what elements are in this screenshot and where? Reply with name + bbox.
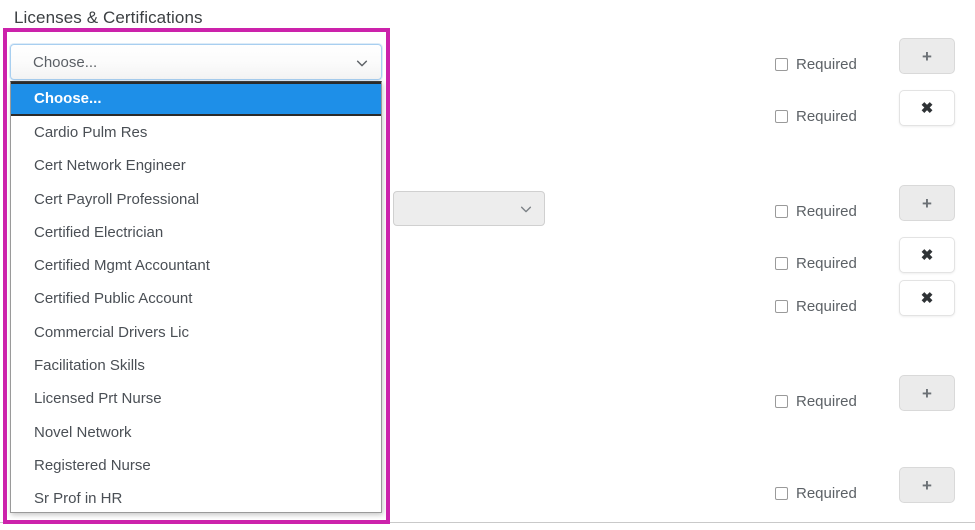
- required-row: Required: [775, 391, 857, 411]
- add-row-button[interactable]: +: [899, 375, 955, 411]
- dropdown-option[interactable]: Facilitation Skills: [11, 349, 381, 382]
- required-row: Required: [775, 201, 857, 221]
- dropdown-option-label: Cardio Pulm Res: [34, 124, 148, 141]
- close-icon: ✖: [920, 289, 934, 307]
- dropdown-option[interactable]: Commercial Drivers Lic: [11, 316, 381, 349]
- dropdown-bottom-strip: [11, 506, 381, 512]
- remove-row-button[interactable]: ✖: [899, 90, 955, 126]
- required-label: Required: [796, 297, 857, 315]
- page-title: Licenses & Certifications: [14, 8, 203, 27]
- dropdown-option-label: Novel Network: [34, 423, 132, 441]
- dropdown-option[interactable]: Certified Mgmt Accountant: [11, 249, 381, 282]
- required-label: Required: [796, 55, 857, 73]
- required-label: Required: [796, 254, 857, 272]
- dropdown-option[interactable]: Certified Public Account: [11, 282, 381, 315]
- dropdown-option-label: Cert Payroll Professional: [34, 190, 200, 208]
- required-row: Required: [775, 253, 857, 273]
- chevron-down-icon: [519, 202, 533, 216]
- dropdown-option-label: Commercial Drivers Lic: [34, 323, 190, 341]
- dropdown-option[interactable]: Cert Network Engineer: [11, 149, 381, 182]
- dropdown-option-label: Sr Prof in HR: [34, 490, 123, 508]
- plus-icon: +: [922, 46, 932, 66]
- required-label: Required: [796, 392, 857, 410]
- required-label: Required: [796, 107, 857, 125]
- required-label: Required: [796, 484, 857, 502]
- required-checkbox[interactable]: [775, 109, 788, 123]
- plus-icon: +: [922, 475, 932, 495]
- add-row-button[interactable]: +: [899, 185, 955, 221]
- dropdown-option-label: Choose...: [34, 90, 102, 107]
- required-row: Required: [775, 54, 857, 74]
- required-checkbox[interactable]: [775, 204, 788, 218]
- dropdown-option-label: Licensed Prt Nurse: [34, 390, 162, 408]
- add-row-button[interactable]: +: [899, 38, 955, 74]
- required-row: Required: [775, 483, 857, 503]
- required-checkbox[interactable]: [775, 256, 788, 270]
- plus-icon: +: [922, 383, 932, 403]
- dropdown-option-label: Registered Nurse: [34, 456, 151, 474]
- dropdown-option[interactable]: Choose...: [11, 82, 381, 116]
- dropdown-option-label: Certified Mgmt Accountant: [34, 257, 210, 275]
- close-icon: ✖: [920, 99, 934, 117]
- required-row: Required: [775, 296, 857, 316]
- dropdown-option[interactable]: Certified Electrician: [11, 216, 381, 249]
- remove-row-button[interactable]: ✖: [899, 280, 955, 316]
- close-icon: ✖: [920, 246, 934, 264]
- secondary-select[interactable]: [393, 191, 545, 226]
- required-checkbox[interactable]: [775, 394, 788, 408]
- required-label: Required: [796, 202, 857, 220]
- required-row: Required: [775, 106, 857, 126]
- required-checkbox[interactable]: [775, 486, 788, 500]
- dropdown-option[interactable]: Cert Payroll Professional: [11, 183, 381, 216]
- remove-row-button[interactable]: ✖: [899, 237, 955, 273]
- add-row-button[interactable]: +: [899, 467, 955, 503]
- plus-icon: +: [922, 193, 932, 213]
- required-checkbox[interactable]: [775, 57, 788, 71]
- dropdown-option-label: Cert Network Engineer: [34, 157, 186, 175]
- dropdown-option-label: Facilitation Skills: [34, 357, 145, 375]
- bottom-divider: [0, 522, 975, 523]
- dropdown-option[interactable]: Licensed Prt Nurse: [11, 382, 381, 415]
- required-checkbox[interactable]: [775, 299, 788, 313]
- certification-select-value: Choose...: [33, 54, 98, 71]
- certification-select[interactable]: Choose...: [10, 44, 382, 80]
- dropdown-option[interactable]: Registered Nurse: [11, 449, 381, 482]
- dropdown-option-label: Certified Electrician: [34, 223, 164, 241]
- chevron-down-icon: [355, 56, 369, 70]
- dropdown-option-label: Certified Public Account: [34, 290, 193, 308]
- dropdown-option[interactable]: Novel Network: [11, 416, 381, 449]
- certification-dropdown-list[interactable]: Choose... Cardio Pulm Res Cert Network Eng…: [10, 81, 382, 513]
- dropdown-option[interactable]: Cardio Pulm Res: [11, 116, 381, 149]
